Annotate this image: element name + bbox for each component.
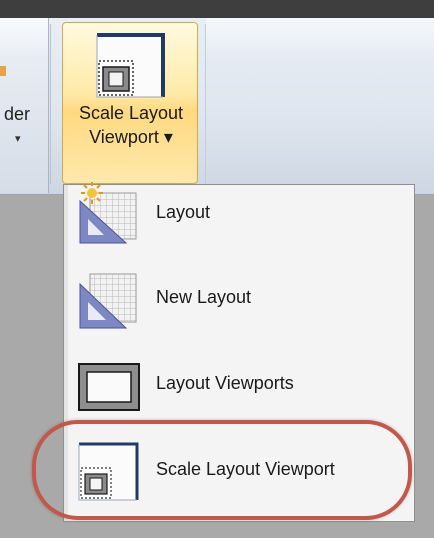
scale-button-label-dropdown: Viewport ▾ — [89, 127, 173, 147]
menu-item-layout[interactable]: Layout — [70, 174, 410, 254]
partial-button-label: der — [4, 104, 31, 124]
ribbon-shine — [206, 18, 434, 58]
scale-layout-viewport-button[interactable]: Scale Layout Viewport ▾ — [62, 22, 198, 184]
menu-item-label: Layout Viewports — [156, 373, 294, 393]
menu-item-label: Layout — [156, 202, 211, 222]
new-layout-icon — [79, 273, 137, 329]
title-bar — [0, 0, 434, 18]
scale-viewport-icon — [96, 33, 165, 98]
dropdown-arrow-icon: ▾ — [15, 133, 21, 145]
partial-icon-fragment — [0, 66, 6, 76]
button-shine — [0, 18, 48, 58]
layout-sun-icon — [79, 182, 137, 244]
highlight-ring — [32, 420, 412, 520]
ribbon-separator — [50, 24, 51, 184]
menu-item-new-layout[interactable]: New Layout — [70, 259, 410, 339]
ribbon-separator — [205, 24, 206, 184]
scale-button-label: Scale Layout — [78, 103, 184, 123]
layout-viewports-icon — [78, 363, 140, 411]
menu-item-label: New Layout — [156, 287, 252, 307]
menu-item-layout-viewports[interactable]: Layout Viewports — [70, 345, 410, 425]
ribbon-partial-button[interactable]: der ▾ — [0, 18, 49, 193]
